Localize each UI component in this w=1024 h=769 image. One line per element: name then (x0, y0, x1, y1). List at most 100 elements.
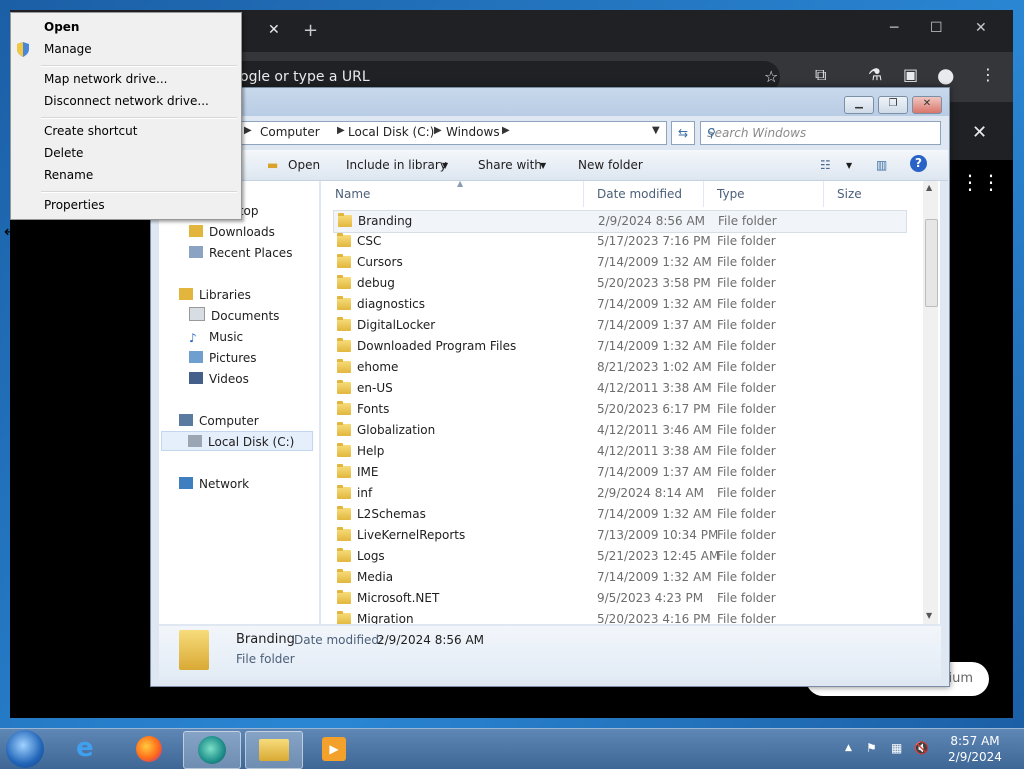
profile-avatar-icon[interactable]: ● (937, 63, 954, 87)
apps-grid-icon[interactable]: ⋮⋮ (960, 170, 1002, 194)
system-clock[interactable]: 8:57 AM 2/9/2024 (940, 733, 1010, 765)
address-dropdown-icon[interactable]: ▼ (652, 125, 660, 136)
close-window-icon[interactable]: ✕ (975, 20, 987, 36)
menu-icon[interactable]: ⋮ (980, 65, 996, 84)
labs-icon[interactable]: ⚗ (868, 65, 882, 84)
table-row[interactable]: en-US 4/12/2011 3:38 AM File folder (333, 378, 905, 399)
chevron-down-icon[interactable]: ▼ (442, 161, 448, 170)
table-row[interactable]: Logs 5/21/2023 12:45 AM File folder (333, 546, 905, 567)
explorer-minimize-button[interactable]: ▁ (844, 96, 874, 114)
details-date: 2/9/2024 8:56 AM (377, 633, 485, 647)
open-button[interactable]: Open (288, 158, 320, 172)
address-bar[interactable]: ▶ Computer ▶ Local Disk (C:) ▶ Windows ▶… (239, 121, 667, 145)
breadcrumb-windows[interactable]: Windows (446, 125, 500, 139)
tab-close-icon[interactable]: ✕ (268, 22, 280, 38)
chevron-down-icon[interactable]: ▼ (540, 161, 546, 170)
nav-videos[interactable]: Videos (189, 369, 249, 389)
table-row[interactable]: L2Schemas 7/14/2009 1:32 AM File folder (333, 504, 905, 525)
taskbar-ie[interactable]: e (62, 731, 118, 767)
volume-muted-icon[interactable]: 🔇 (914, 741, 929, 755)
breadcrumb-arrow-icon[interactable]: ▶ (337, 125, 345, 136)
explorer-restore-button[interactable]: ❐ (878, 96, 908, 114)
new-folder-button[interactable]: New folder (578, 158, 643, 172)
context-menu-properties[interactable]: Properties (44, 195, 105, 215)
search-input[interactable]: Search Windows ⚲ (700, 121, 941, 145)
context-menu-rename[interactable]: Rename (44, 165, 93, 185)
column-header-size[interactable]: Size (823, 181, 923, 207)
nav-computer[interactable]: Computer (179, 411, 259, 431)
column-header-type[interactable]: Type (703, 181, 824, 207)
table-row[interactable]: diagnostics 7/14/2009 1:32 AM File folder (333, 294, 905, 315)
table-row[interactable]: CSC 5/17/2023 7:16 PM File folder (333, 231, 905, 252)
nav-documents[interactable]: Documents (189, 306, 279, 326)
folder-icon (337, 317, 351, 331)
context-menu-delete[interactable]: Delete (44, 143, 83, 163)
extensions-icon[interactable]: ⧉ (815, 65, 826, 85)
table-row[interactable]: Branding 2/9/2024 8:56 AM File folder (333, 210, 907, 233)
table-row[interactable]: ehome 8/21/2023 1:02 AM File folder (333, 357, 905, 378)
table-row[interactable]: Cursors 7/14/2009 1:32 AM File folder (333, 252, 905, 273)
taskbar-media-player[interactable]: ▶ (307, 731, 363, 767)
table-row[interactable]: Fonts 5/20/2023 6:17 PM File folder (333, 399, 905, 420)
infobar-close-icon[interactable]: ✕ (972, 122, 987, 143)
search-icon[interactable]: ⚲ (707, 122, 935, 144)
breadcrumb-local-disk[interactable]: Local Disk (C:) (348, 125, 434, 139)
nav-pictures[interactable]: Pictures (189, 348, 257, 368)
column-header-name[interactable]: Name (321, 181, 584, 207)
share-with-button[interactable]: Share with (478, 158, 542, 172)
taskbar-browser[interactable] (183, 731, 241, 769)
explorer-titlebar[interactable]: ▁ ❐ ✕ (151, 88, 949, 116)
minimize-icon[interactable]: ─ (890, 20, 898, 36)
nav-libraries[interactable]: Libraries (179, 285, 251, 305)
context-menu-create-shortcut[interactable]: Create shortcut (44, 121, 137, 141)
context-menu-map-network-drive[interactable]: Map network drive... (44, 69, 168, 89)
chevron-down-icon[interactable]: ▼ (846, 161, 852, 170)
table-row[interactable]: inf 2/9/2024 8:14 AM File folder (333, 483, 905, 504)
scroll-down-icon[interactable]: ▼ (926, 611, 932, 620)
nav-recent-places[interactable]: Recent Places (189, 243, 292, 263)
explorer-close-button[interactable]: ✕ (912, 96, 942, 114)
taskbar-firefox[interactable] (122, 731, 178, 767)
table-row[interactable]: Migration 5/20/2023 4:16 PM File folder (333, 609, 905, 624)
breadcrumb-computer[interactable]: Computer (260, 125, 320, 139)
context-menu-open[interactable]: Open (44, 17, 79, 37)
table-row[interactable]: Help 4/12/2011 3:38 AM File folder (333, 441, 905, 462)
action-center-flag-icon[interactable]: ⚑ (866, 741, 877, 755)
preview-pane-icon[interactable]: ▥ (876, 158, 887, 172)
context-menu-manage[interactable]: Manage (44, 39, 92, 59)
new-tab-icon[interactable]: + (303, 20, 318, 41)
column-header-date[interactable]: Date modified (583, 181, 704, 207)
network-tray-icon[interactable]: ▦ (891, 741, 902, 755)
table-row[interactable]: LiveKernelReports 7/13/2009 10:34 PM File … (333, 525, 905, 546)
table-row[interactable]: DigitalLocker 7/14/2009 1:37 AM File folde… (333, 315, 905, 336)
nav-downloads[interactable]: Downloads (189, 222, 275, 242)
maximize-icon[interactable]: ☐ (930, 20, 943, 36)
table-row[interactable]: Downloaded Program Files 7/14/2009 1:32 A… (333, 336, 905, 357)
file-date: 7/14/2009 1:37 AM (597, 318, 712, 332)
table-row[interactable]: debug 5/20/2023 3:58 PM File folder (333, 273, 905, 294)
breadcrumb-arrow-icon[interactable]: ▶ (434, 125, 442, 136)
file-date: 7/13/2009 10:34 PM (597, 528, 719, 542)
view-options-icon[interactable]: ☷ (820, 158, 831, 172)
include-in-library-button[interactable]: Include in library (346, 158, 447, 172)
table-row[interactable]: Globalization 4/12/2011 3:46 AM File folde… (333, 420, 905, 441)
taskbar-explorer[interactable] (245, 731, 303, 769)
breadcrumb-arrow-icon[interactable]: ▶ (502, 125, 510, 136)
nav-local-disk[interactable]: Local Disk (C:) (161, 431, 313, 451)
table-row[interactable]: IME 7/14/2009 1:37 AM File folder (333, 462, 905, 483)
show-hidden-icons-icon[interactable]: ▲ (845, 743, 852, 753)
file-date: 2/9/2024 8:14 AM (597, 486, 705, 500)
nav-network[interactable]: Network (179, 474, 249, 494)
help-icon[interactable]: ? (910, 155, 927, 172)
start-button[interactable] (6, 730, 44, 768)
table-row[interactable]: Media 7/14/2009 1:32 AM File folder (333, 567, 905, 588)
refresh-button[interactable]: ⇆ (671, 121, 695, 145)
nav-music[interactable]: ♪ Music (189, 327, 243, 347)
side-panel-icon[interactable]: ▣ (903, 65, 918, 84)
table-row[interactable]: Microsoft.NET 9/5/2023 4:23 PM File folder (333, 588, 905, 609)
vertical-scrollbar[interactable]: ▲ ▼ (923, 181, 938, 624)
context-menu-disconnect-network-drive[interactable]: Disconnect network drive... (44, 91, 209, 111)
menu-separator (41, 65, 237, 67)
scrollbar-thumb[interactable] (925, 219, 938, 307)
scroll-up-icon[interactable]: ▲ (926, 183, 932, 192)
